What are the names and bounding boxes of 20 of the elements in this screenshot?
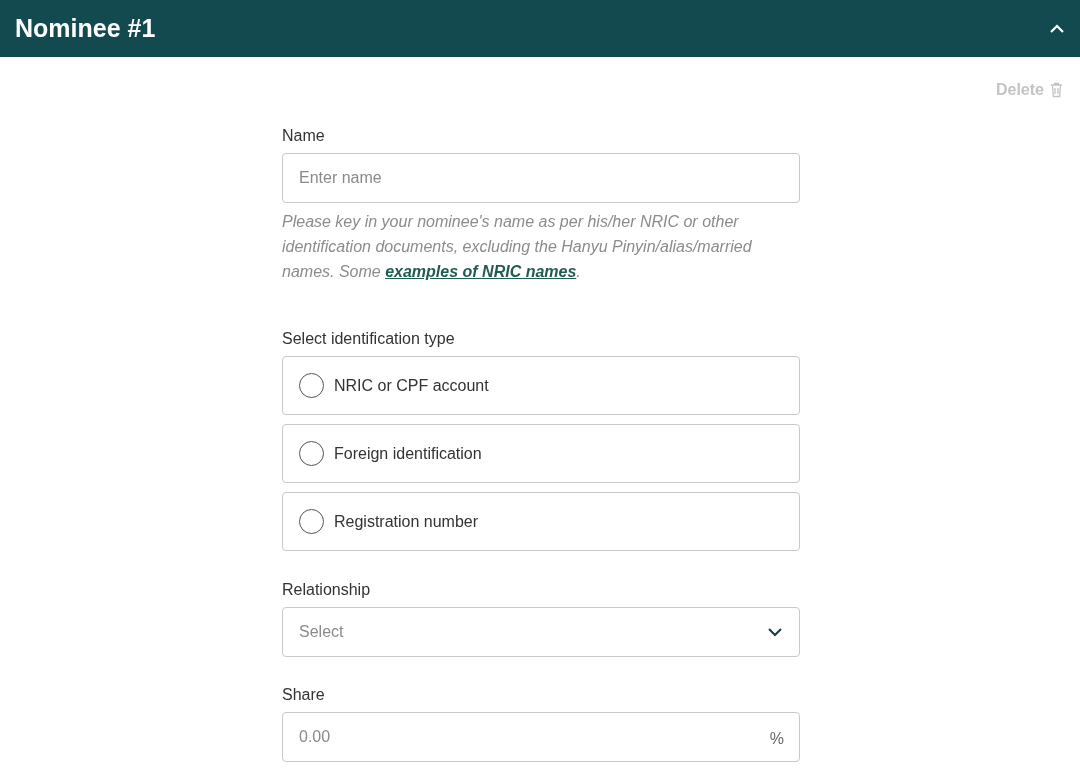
name-input-field[interactable]: Enter name (282, 153, 800, 203)
chevron-icon[interactable] (1049, 23, 1065, 34)
relationship-dropdown[interactable]: Select (282, 607, 800, 657)
chevron-down-icon (767, 627, 783, 637)
field-label: Select identification type (282, 329, 456, 349)
section-title: Nominee #1 (15, 12, 156, 44)
radio-option[interactable]: Foreign identification (282, 424, 800, 483)
dropdown-placeholder: Select (299, 622, 344, 642)
trash-icon (1050, 82, 1063, 98)
radio-label: Foreign identification (334, 443, 482, 464)
section-header[interactable]: Nominee #1 (0, 0, 1080, 57)
percent-suffix: % (769, 729, 784, 749)
field-label: Name (282, 126, 326, 146)
field-label: Share (282, 685, 326, 705)
radio-option[interactable]: Registration number (282, 492, 800, 551)
radio-label: Registration number (334, 511, 479, 532)
hint-text: Please key in your nominee's name as per his/her NRIC or other identification documents, excluding the Hanyu Pinyin/alias/married names. Some examples of NRIC names. (282, 212, 753, 282)
field-label: Relationship (282, 580, 372, 600)
radio-option[interactable]: NRIC or CPF account (282, 356, 800, 415)
radio-label: NRIC or CPF account (334, 375, 489, 396)
